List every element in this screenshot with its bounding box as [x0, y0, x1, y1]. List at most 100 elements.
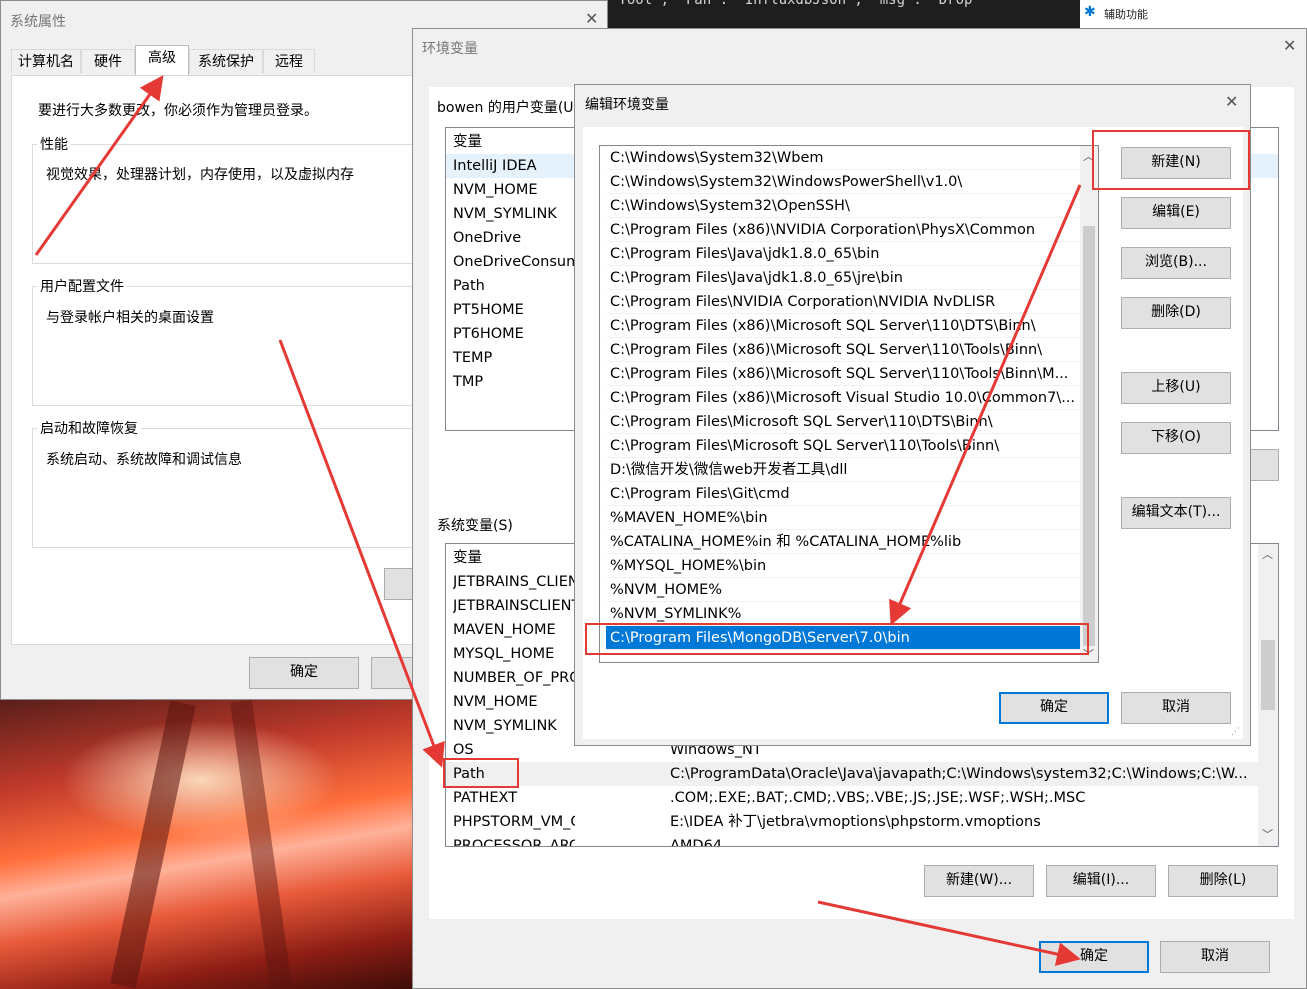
path-entry[interactable]: %MAVEN_HOME%\bin — [606, 506, 1080, 530]
system-var-value: E:\IDEA 补丁\jetbra\vmoptions\phpstorm.vmo… — [670, 814, 1041, 830]
path-entry[interactable]: %NVM_SYMLINK% — [606, 602, 1080, 626]
terminal-text: "Tool", "Fan": "InfluxdbJson", "msg": "D… — [610, 0, 973, 8]
tab-system-protection[interactable]: 系统保护 — [189, 49, 263, 73]
edit-env-ok-button[interactable]: 确定 — [999, 692, 1109, 724]
scroll-thumb[interactable] — [1261, 640, 1275, 710]
system-var-name: NVM_SYMLINK — [453, 718, 557, 734]
window-title: 系统属性 — [10, 14, 66, 30]
dialog-title: 编辑环境变量 — [585, 97, 669, 113]
edit-env-var-dialog: 编辑环境变量 ✕ C:\Windows\System32\Wbem C:\Wind… — [574, 84, 1251, 746]
system-var-value: .COM;.EXE;.BAT;.CMD;.VBS;.VBE;.JS;.JSE;.… — [670, 790, 1086, 806]
tab-remote[interactable]: 远程 — [263, 49, 315, 73]
browse-path-button[interactable]: 浏览(B)... — [1121, 247, 1231, 279]
tab-computer-name[interactable]: 计算机名 — [11, 49, 81, 73]
sysprops-ok-button[interactable]: 确定 — [249, 657, 359, 689]
system-var-row[interactable]: PHPSTORM_VM_OPTIONS E:\IDEA 补丁\jetbra\vmo… — [446, 810, 1258, 834]
path-entry[interactable]: C:\Windows\System32\Wbem — [606, 146, 1080, 170]
env-vars-ok-button[interactable]: 确定 — [1039, 941, 1149, 973]
edit-env-panel: C:\Windows\System32\Wbem C:\Windows\Syste… — [583, 127, 1243, 739]
scroll-down-icon[interactable]: ﹀ — [1083, 646, 1094, 662]
system-var-row[interactable]: PATHEXT .COM;.EXE;.BAT;.CMD;.VBS;.VBE;.JS… — [446, 786, 1258, 810]
sun-glow — [60, 720, 340, 840]
desktop-wallpaper — [0, 700, 412, 989]
path-entry[interactable]: C:\Program Files (x86)\Microsoft SQL Ser… — [606, 362, 1080, 386]
performance-desc: 视觉效果，处理器计划，内存使用，以及虚拟内存 — [46, 167, 354, 183]
system-var-name: NUMBER_OF_PROCESSORS — [453, 670, 575, 686]
system-var-name: NVM_HOME — [453, 694, 538, 710]
path-entry[interactable]: C:\Program Files\Microsoft SQL Server\11… — [606, 434, 1080, 458]
close-icon[interactable]: ✕ — [585, 11, 598, 27]
path-entry[interactable]: C:\Program Files\Java\jdk1.8.0_65\jre\bi… — [606, 266, 1080, 290]
system-var-name: MYSQL_HOME — [453, 646, 555, 662]
user-vars-label: bowen 的用户变量(U) — [437, 100, 580, 116]
scroll-up-icon[interactable]: ︿ — [1262, 546, 1273, 562]
system-var-name: PHPSTORM_VM_OPTIONS — [453, 814, 575, 830]
path-entry[interactable]: C:\Program Files (x86)\Microsoft SQL Ser… — [606, 338, 1080, 362]
tab-hardware[interactable]: 硬件 — [81, 49, 135, 73]
scroll-thumb[interactable] — [1083, 226, 1095, 646]
path-entry[interactable]: C:\Program Files\Microsoft SQL Server\11… — [606, 410, 1080, 434]
system-vars-scrollbar[interactable]: ︿ ﹀ — [1258, 544, 1278, 846]
system-var-row[interactable]: PROCESSOR_ARCHITECTURE AMD64 — [446, 834, 1258, 847]
system-var-value: C:\ProgramData\Oracle\Java\javapath;C:\W… — [670, 766, 1248, 782]
tab-label: 计算机名 — [18, 54, 74, 70]
path-entry[interactable]: C:\Program Files (x86)\Microsoft Visual … — [606, 386, 1080, 410]
system-edit-button[interactable]: 编辑(I)... — [1046, 865, 1156, 897]
path-list-scrollbar[interactable]: ︿ ﹀ — [1080, 146, 1098, 662]
path-entry-selected[interactable]: C:\Program Files\MongoDB\Server\7.0\bin — [606, 626, 1080, 650]
window-title: 环境变量 — [422, 41, 478, 57]
path-entry[interactable]: C:\Program Files\Java\jdk1.8.0_65\bin — [606, 242, 1080, 266]
path-entry[interactable]: C:\Windows\System32\WindowsPowerShell\v1… — [606, 170, 1080, 194]
close-icon[interactable]: ✕ — [1283, 38, 1296, 54]
move-down-button[interactable]: 下移(O) — [1121, 422, 1231, 454]
path-entry[interactable]: C:\Windows\System32\OpenSSH\ — [606, 194, 1080, 218]
close-icon[interactable]: ✕ — [1225, 94, 1238, 110]
path-entry[interactable]: %MYSQL_HOME%\bin — [606, 554, 1080, 578]
startup-recovery-title: 启动和故障恢复 — [37, 418, 141, 438]
env-vars-cancel-button[interactable]: 取消 — [1160, 941, 1270, 973]
path-entry[interactable]: C:\Program Files (x86)\NVIDIA Corporatio… — [606, 218, 1080, 242]
system-var-value: AMD64 — [670, 838, 723, 847]
scroll-up-icon[interactable]: ︿ — [1083, 148, 1094, 164]
scroll-down-icon[interactable]: ﹀ — [1262, 826, 1273, 842]
admin-note: 要进行大多数更改，你必须作为管理员登录。 — [38, 103, 318, 119]
tab-label: 高级 — [148, 50, 176, 66]
system-delete-button[interactable]: 删除(L) — [1168, 865, 1278, 897]
new-path-button[interactable]: 新建(N) — [1121, 147, 1231, 179]
system-var-name: OS — [453, 742, 474, 758]
system-new-button[interactable]: 新建(W)... — [924, 865, 1034, 897]
path-entry[interactable]: %NVM_HOME% — [606, 578, 1080, 602]
path-entry[interactable]: D:\微信开发\微信web开发者工具\dll — [606, 458, 1080, 482]
user-vars-button-partial[interactable] — [1249, 449, 1279, 481]
system-var-name: JETBRAINSCLIENT — [453, 598, 575, 614]
accessibility-tile[interactable]: ✱ 辅助功能 — [1080, 0, 1307, 28]
system-vars-label: 系统变量(S) — [437, 518, 513, 534]
performance-title: 性能 — [37, 134, 71, 154]
edit-env-cancel-button[interactable]: 取消 — [1121, 692, 1231, 724]
edit-text-button[interactable]: 编辑文本(T)... — [1121, 497, 1231, 529]
tab-label: 硬件 — [94, 54, 122, 70]
path-entries-list[interactable]: C:\Windows\System32\Wbem C:\Windows\Syste… — [599, 145, 1099, 663]
path-entry[interactable]: C:\Program Files\NVIDIA Corporation\NVID… — [606, 290, 1080, 314]
system-var-name: PROCESSOR_ARCHITECTURE — [453, 838, 575, 847]
accessibility-icon: ✱ — [1084, 4, 1096, 20]
tab-advanced[interactable]: 高级 — [135, 45, 189, 75]
startup-recovery-desc: 系统启动、系统故障和调试信息 — [46, 452, 242, 468]
system-var-name: PATHEXT — [453, 790, 518, 806]
delete-path-button[interactable]: 删除(D) — [1121, 297, 1231, 329]
tab-label: 系统保护 — [198, 54, 254, 70]
resize-grip-icon[interactable]: ⋰ — [1231, 727, 1240, 737]
accessibility-label: 辅助功能 — [1104, 8, 1148, 21]
system-var-name: JETBRAINS_CLIENT — [453, 574, 575, 590]
background-terminal: "Tool", "Fan": "InfluxdbJson", "msg": "D… — [600, 0, 1080, 30]
path-entry[interactable]: %CATALINA_HOME%in 和 %CATALINA_HOME%lib — [606, 530, 1080, 554]
system-var-name: MAVEN_HOME — [453, 622, 556, 638]
move-up-button[interactable]: 上移(U) — [1121, 372, 1231, 404]
path-entry[interactable]: C:\Program Files\Git\cmd — [606, 482, 1080, 506]
system-var-row[interactable]: Path C:\ProgramData\Oracle\Java\javapath;… — [446, 762, 1258, 786]
user-profile-title: 用户配置文件 — [37, 276, 127, 296]
user-profile-desc: 与登录帐户相关的桌面设置 — [46, 310, 214, 326]
path-entry[interactable]: C:\Program Files (x86)\Microsoft SQL Ser… — [606, 314, 1080, 338]
system-var-name: Path — [453, 766, 485, 782]
edit-path-button[interactable]: 编辑(E) — [1121, 197, 1231, 229]
